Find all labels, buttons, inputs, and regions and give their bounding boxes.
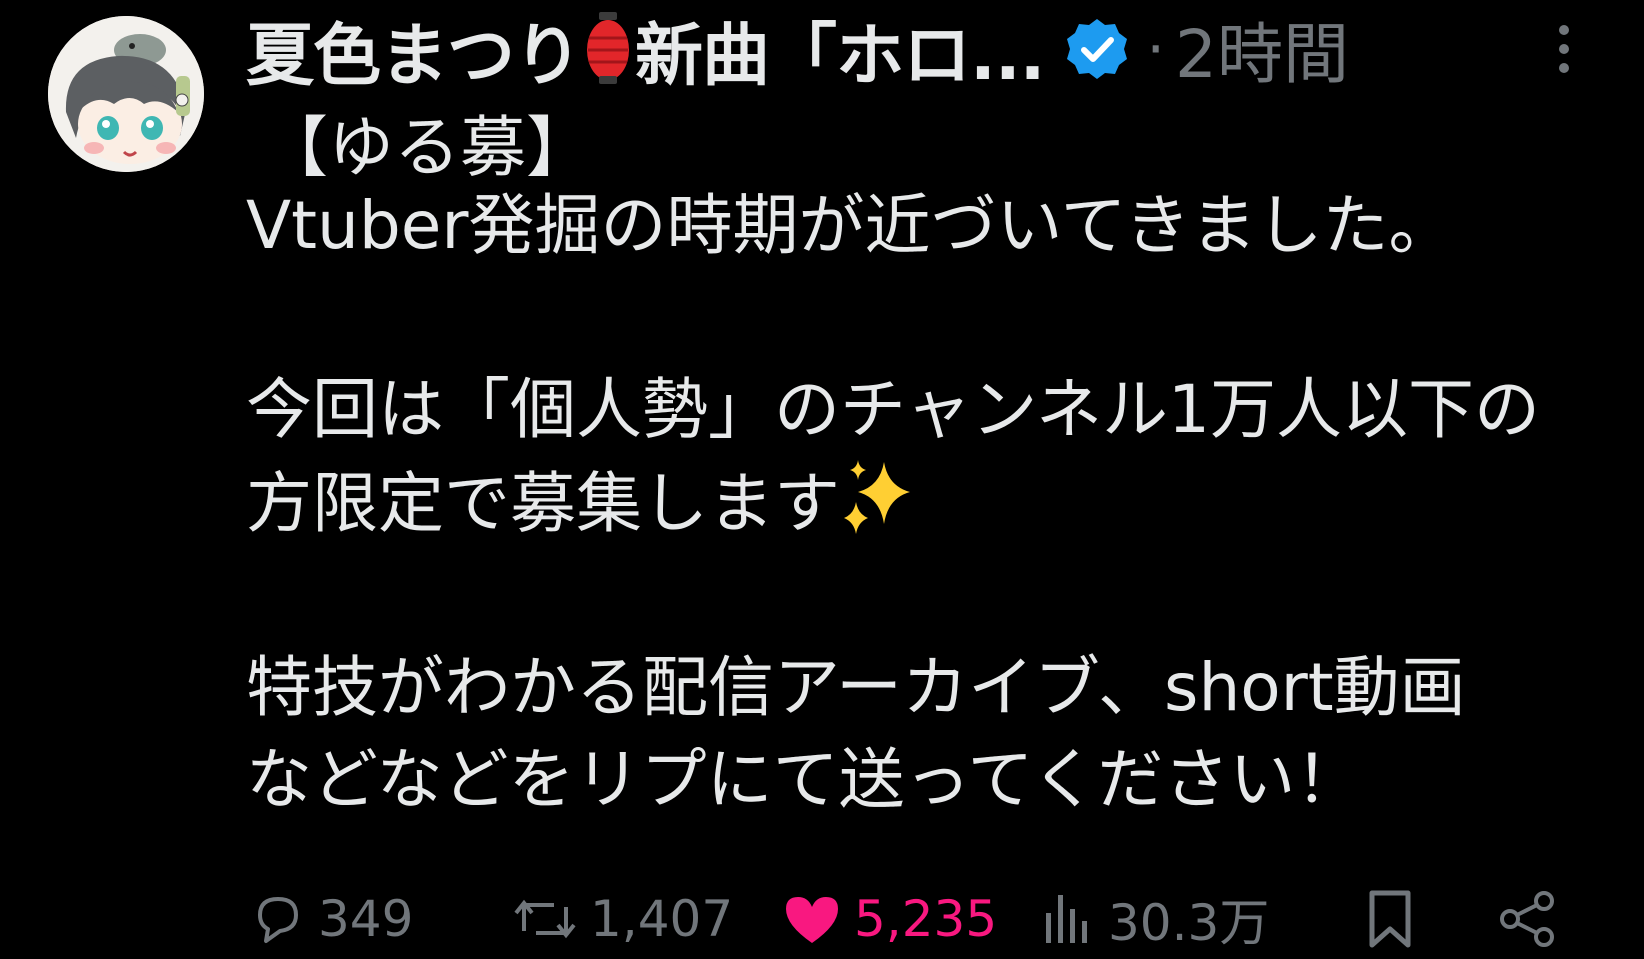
post-text-segment: 方限定で募集します — [246, 465, 840, 542]
avatar-illustration — [48, 16, 204, 172]
bookmark-button[interactable] — [1364, 884, 1416, 954]
views-bar-icon — [1046, 895, 1087, 943]
sparkles-icon — [844, 460, 910, 534]
post-timestamp[interactable]: 2時間 — [1175, 1, 1349, 97]
repost-count: 1,407 — [590, 890, 734, 948]
post-text-line: 今回は「個人勢」のチャンネル1万人以下の — [246, 371, 1541, 448]
like-count: 5,235 — [854, 890, 998, 948]
post-text: Vtuber発掘の時期が近づいてきました。 今回は「個人勢」のチャンネル1万人以… — [246, 180, 1626, 826]
author-name-suffix: 新曲「ホロ... — [635, 16, 1045, 96]
like-button[interactable]: 5,235 — [782, 884, 997, 954]
separator-dot: · — [1146, 15, 1165, 83]
heart-icon — [786, 897, 838, 943]
post-header: 夏色まつり 新曲「ホロ... · 2時間 — [246, 1, 1349, 97]
avatar[interactable] — [48, 16, 204, 172]
repost-button[interactable]: 1,407 — [512, 884, 733, 954]
post-text-line: 方限定で募集します — [246, 456, 1626, 550]
author-name[interactable]: 夏色まつり 新曲「ホロ... — [246, 0, 1046, 99]
author-name-prefix: 夏色まつり — [246, 16, 582, 96]
post-text-line: Vtuber発掘の時期が近づいてきました。 — [246, 187, 1455, 264]
action-bar: 349 1,407 5,235 30.3万 — [250, 884, 1644, 954]
view-count: 30.3万 — [1108, 894, 1270, 952]
lantern-icon — [587, 12, 630, 84]
post-text-line: 特技がわかる配信アーカイブ、short動画 — [246, 649, 1466, 726]
reply-bubble-icon — [258, 897, 298, 943]
reply-button[interactable]: 349 — [250, 884, 413, 954]
share-icon — [1500, 891, 1554, 947]
views-button[interactable]: 30.3万 — [1040, 884, 1269, 954]
bookmark-icon — [1369, 890, 1411, 948]
post-text-line: などなどをリプにて送ってください！ — [246, 741, 1362, 818]
reply-count: 349 — [318, 890, 414, 948]
more-vertical-icon[interactable] — [1546, 22, 1582, 76]
repost-icon — [514, 899, 576, 939]
recruitment-tag: 【ゆる募】 — [262, 109, 592, 186]
verified-badge-icon — [1066, 19, 1127, 79]
share-button[interactable] — [1498, 884, 1558, 954]
